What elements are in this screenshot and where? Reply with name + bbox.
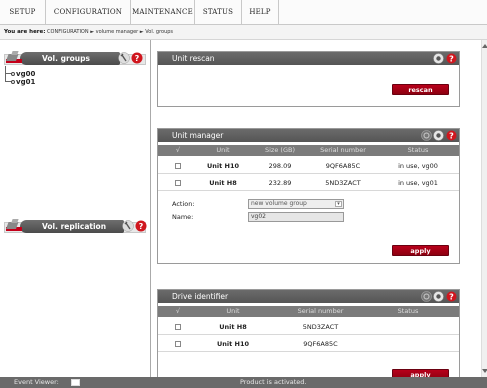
unit-manager-title: Unit manager [158,129,459,142]
settings-icon[interactable] [421,291,432,302]
info-icon[interactable] [433,53,444,64]
cell-status: in use, vg01 [398,179,438,187]
cell-size: 298.09 [268,162,292,170]
cell-unit: Unit H8 [219,323,247,331]
table-row: Unit H8 5ND3ZACT [158,319,459,335]
svg-text:?: ? [449,293,454,302]
svg-text:?: ? [139,222,144,231]
unit-rescan-panel: Unit rescan ? rescan [157,51,460,107]
cell-serial: 9QF6A85C [303,340,338,348]
disk-logo-icon [5,219,22,231]
help-icon[interactable]: ? [131,52,143,64]
unit-rescan-title: Unit rescan [158,52,459,65]
drive-table-header: √ Unit Serial number Status [158,306,459,317]
breadcrumb: You are here: CONFIGURATION ► volume man… [0,25,487,40]
col-unit: Unit [216,146,230,154]
cell-unit: Unit H8 [209,179,237,187]
breadcrumb-path: CONFIGURATION ► volume manager ► Vol. gr… [47,29,174,35]
menu-maintenance[interactable]: MAINTENANCE [131,0,195,25]
drive-identifier-panel: Drive identifier ? √ Unit Serial number … [157,289,460,380]
cell-unit: Unit H10 [217,340,249,348]
col-status: Status [407,146,429,154]
cell-serial: 5ND3ZACT [325,179,361,187]
vertical-scrollbar[interactable] [481,40,487,377]
svg-text:?: ? [449,132,454,141]
action-label: Action: [172,200,195,208]
info-icon[interactable] [433,291,444,302]
col-serial: Serial number [320,146,366,154]
scroll-up-icon[interactable] [482,43,487,49]
drive-identifier-title: Drive identifier [158,290,459,303]
event-viewer-label: Event Viewer: [14,378,59,386]
table-row: Unit H8 232.89 5ND3ZACT in use, vg01 [158,175,459,191]
tree-item-vg01[interactable]: vg01 [5,74,36,86]
vol-groups-header: Vol. groups ? [0,49,150,69]
cell-serial: 9QF6A85C [325,162,361,170]
vol-replication-title[interactable]: Vol. replication [20,220,124,233]
svg-text:?: ? [135,54,140,63]
menu-help[interactable]: HELP [242,0,279,25]
info-icon[interactable] [433,130,444,141]
settings-icon[interactable] [421,130,432,141]
row-checkbox[interactable] [175,163,181,169]
svg-text:?: ? [449,55,454,64]
row-checkbox[interactable] [175,180,181,186]
col-serial: Serial number [297,307,344,315]
help-icon[interactable]: ? [446,130,457,141]
table-row: Unit H10 9QF6A85C [158,336,459,352]
action-select-value: new volume group [251,200,307,207]
col-check: √ [175,146,181,154]
status-message: Product is activated. [240,378,307,386]
breadcrumb-prefix: You are here: [4,29,46,35]
wrench-icon[interactable] [118,52,130,64]
top-menu-bar: SETUP CONFIGURATION MAINTENANCE STATUS H… [0,0,487,25]
cell-size: 232.89 [268,179,292,187]
row-checkbox[interactable] [175,324,181,330]
menu-setup[interactable]: SETUP [0,0,46,25]
menu-status[interactable]: STATUS [195,0,242,25]
col-status: Status [397,307,419,315]
row-checkbox[interactable] [175,341,181,347]
action-select[interactable]: new volume group ▾ [248,199,344,209]
vol-groups-title[interactable]: Vol. groups [20,52,120,65]
left-sidebar: Vol. groups ? vg00 vg01 Vol. replication… [0,40,151,377]
tree-item-label: vg00 [16,70,36,78]
disk-logo-icon [5,51,22,63]
help-icon[interactable]: ? [446,291,457,302]
col-check: √ [175,307,181,315]
status-bar: Event Viewer: Product is activated. [0,377,487,388]
vol-replication-header: Vol. replication ? [0,217,150,237]
table-row: Unit H10 298.09 9QF6A85C in use, vg00 [158,158,459,174]
col-unit: Unit [226,307,240,315]
scroll-down-icon[interactable] [482,368,487,374]
menu-configuration[interactable]: CONFIGURATION [46,0,131,25]
cell-unit: Unit H10 [207,162,239,170]
rescan-button[interactable]: rescan [392,84,449,95]
vol-group-tree: vg00 vg01 [5,66,36,86]
mail-icon[interactable] [71,379,80,386]
help-icon[interactable]: ? [446,53,457,64]
chevron-down-icon[interactable]: ▾ [335,201,342,207]
tree-item-label: vg01 [16,78,36,86]
unit-table-header: √ Unit Size (GB) Serial number Status [158,145,459,156]
cell-status: in use, vg00 [398,162,438,170]
apply-button[interactable]: apply [392,245,449,256]
wrench-icon[interactable] [122,220,134,232]
name-label: Name: [172,213,194,221]
name-field[interactable]: vg02 [248,212,344,222]
tree-node-icon [11,80,15,84]
col-size: Size (GB) [265,146,295,154]
cell-serial: 5ND3ZACT [302,323,339,331]
help-icon[interactable]: ? [135,220,147,232]
unit-manager-panel: Unit manager ? √ Unit Size (GB) Serial n… [157,128,460,264]
